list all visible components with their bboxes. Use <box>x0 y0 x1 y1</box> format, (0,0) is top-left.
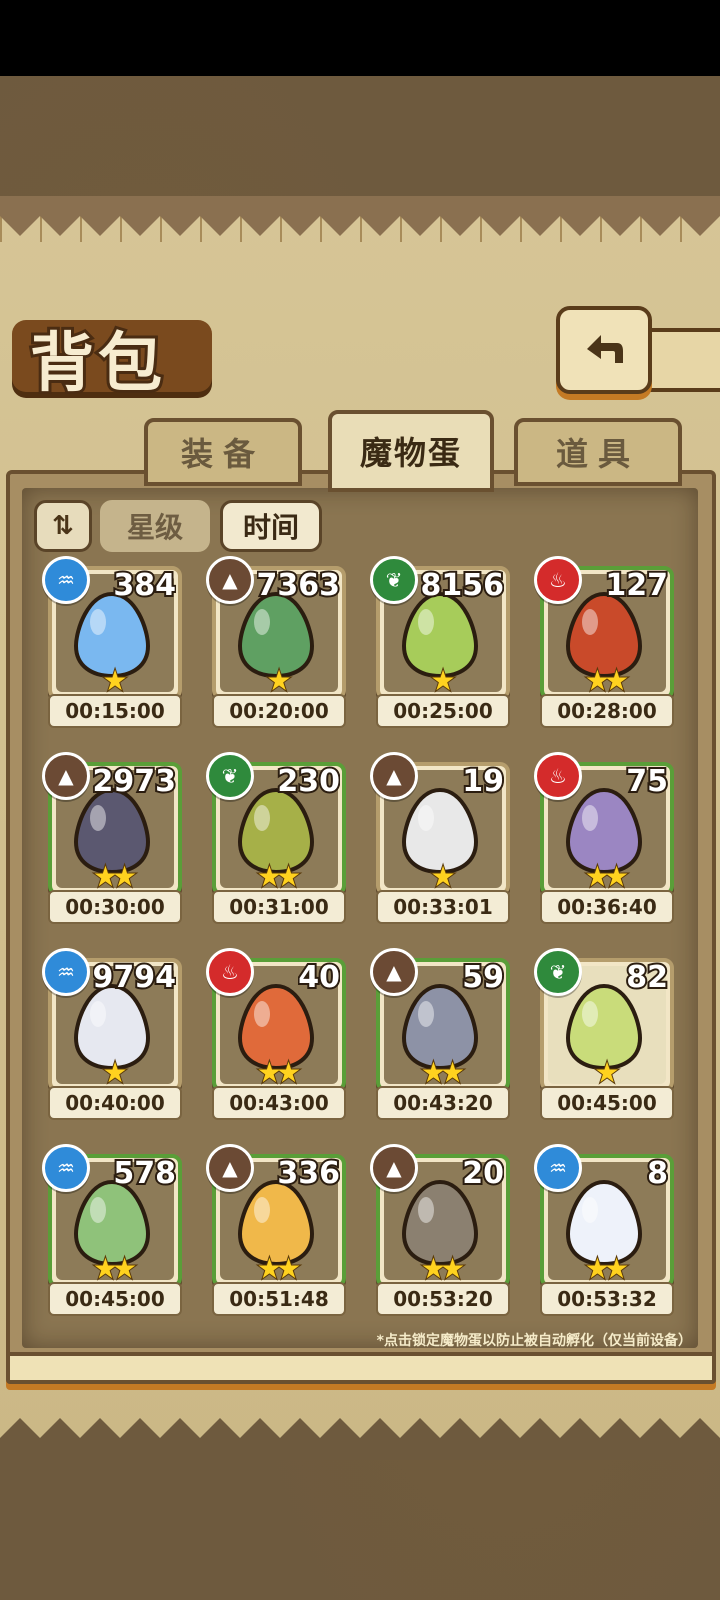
tab-equipment-label: 装备 <box>180 435 265 473</box>
star-rating: ★ <box>265 663 292 698</box>
egg-card[interactable]: ♒ 384 ★ 00:15:00 <box>42 556 182 728</box>
egg-count: 7363 <box>256 568 341 603</box>
earth-element-icon: ▲ <box>370 1144 418 1192</box>
egg-card[interactable]: ♒ 9794 ★ 00:40:00 <box>42 948 182 1120</box>
grass-element-icon: ❦ <box>206 752 254 800</box>
hatch-time: 00:40:00 <box>48 1086 182 1120</box>
star-rating: ★ <box>101 1055 128 1090</box>
back-button-rail <box>640 328 720 392</box>
star-rating: ★ <box>429 663 456 698</box>
egg-card[interactable]: ▲ 7363 ★ 00:20:00 <box>206 556 346 728</box>
zigzag-bottom-border <box>0 1408 720 1460</box>
hatch-time: 00:31:00 <box>212 890 346 924</box>
water-element-icon: ♒ <box>42 556 90 604</box>
hatch-time: 00:28:00 <box>540 694 674 728</box>
hatch-time: 00:33:01 <box>376 890 510 924</box>
egg-count: 8156 <box>420 568 505 603</box>
egg-card[interactable]: ▲ 336 ★★ 00:51:48 <box>206 1144 346 1316</box>
grass-element-icon: ❦ <box>370 556 418 604</box>
frame-bottom-bar <box>6 1352 716 1384</box>
hatch-time: 00:20:00 <box>212 694 346 728</box>
star-rating: ★★ <box>420 1251 466 1286</box>
star-rating: ★★ <box>584 663 630 698</box>
star-rating: ★★ <box>256 859 302 894</box>
egg-card[interactable]: ▲ 19 ★ 00:33:01 <box>370 752 510 924</box>
water-element-icon: ♒ <box>42 948 90 996</box>
hatch-time: 00:51:48 <box>212 1282 346 1316</box>
egg-card[interactable]: ♨ 40 ★★ 00:43:00 <box>206 948 346 1120</box>
star-rating: ★ <box>429 859 456 894</box>
water-element-icon: ♒ <box>42 1144 90 1192</box>
egg-count: 19 <box>462 764 504 799</box>
tab-equipment[interactable]: 装备 <box>144 418 302 486</box>
star-rating: ★ <box>593 1055 620 1090</box>
hatch-time: 00:36:40 <box>540 890 674 924</box>
egg-count: 578 <box>113 1156 176 1191</box>
fire-element-icon: ♨ <box>534 556 582 604</box>
egg-count: 75 <box>626 764 668 799</box>
page-title: 背包 <box>27 324 166 404</box>
egg-count: 20 <box>462 1156 504 1191</box>
star-rating: ★★ <box>92 1251 138 1286</box>
fire-element-icon: ♨ <box>206 948 254 996</box>
tab-bar: 装备 魔物蛋 道具 <box>14 410 706 492</box>
hatch-time: 00:15:00 <box>48 694 182 728</box>
lock-hint-text: *点击锁定魔物蛋以防止被自动孵化（仅当前设备） <box>376 1333 692 1349</box>
tab-items[interactable]: 道具 <box>514 418 682 486</box>
sort-order-icon[interactable]: ⇅ <box>34 500 92 552</box>
earth-element-icon: ▲ <box>206 1144 254 1192</box>
hatch-time: 00:45:00 <box>48 1282 182 1316</box>
back-arrow-icon <box>587 335 623 363</box>
hatch-time: 00:45:00 <box>540 1086 674 1120</box>
egg-card[interactable]: ❦ 230 ★★ 00:31:00 <box>206 752 346 924</box>
egg-count: 2973 <box>92 764 177 799</box>
star-rating: ★★ <box>584 1251 630 1286</box>
earth-element-icon: ▲ <box>206 556 254 604</box>
egg-card[interactable]: ▲ 59 ★★ 00:43:20 <box>370 948 510 1120</box>
hatch-time: 00:25:00 <box>376 694 510 728</box>
fire-element-icon: ♨ <box>534 752 582 800</box>
star-rating: ★★ <box>92 859 138 894</box>
zigzag-top-border <box>0 196 720 242</box>
egg-count: 82 <box>626 960 668 995</box>
egg-count: 384 <box>113 568 176 603</box>
sort-by-time-button[interactable]: 时间 <box>220 500 322 552</box>
back-button[interactable] <box>556 306 652 394</box>
water-element-icon: ♒ <box>534 1144 582 1192</box>
egg-card[interactable]: ♒ 578 ★★ 00:45:00 <box>42 1144 182 1316</box>
star-rating: ★ <box>101 663 128 698</box>
egg-count: 8 <box>647 1156 668 1191</box>
egg-card[interactable]: ❦ 8156 ★ 00:25:00 <box>370 556 510 728</box>
status-bar <box>0 0 720 76</box>
egg-count: 336 <box>277 1156 340 1191</box>
grass-element-icon: ❦ <box>534 948 582 996</box>
earth-element-icon: ▲ <box>370 948 418 996</box>
earth-element-icon: ▲ <box>42 752 90 800</box>
hatch-time: 00:53:20 <box>376 1282 510 1316</box>
hatch-time: 00:53:32 <box>540 1282 674 1316</box>
earth-element-icon: ▲ <box>370 752 418 800</box>
hatch-time: 00:30:00 <box>48 890 182 924</box>
star-rating: ★★ <box>256 1055 302 1090</box>
egg-count: 127 <box>605 568 668 603</box>
egg-count: 9794 <box>92 960 177 995</box>
egg-card[interactable]: ♒ 8 ★★ 00:53:32 <box>534 1144 674 1316</box>
star-rating: ★★ <box>256 1251 302 1286</box>
egg-count: 230 <box>277 764 340 799</box>
hatch-time: 00:43:00 <box>212 1086 346 1120</box>
star-rating: ★★ <box>584 859 630 894</box>
egg-card[interactable]: ♨ 127 ★★ 00:28:00 <box>534 556 674 728</box>
egg-card[interactable]: ▲ 2973 ★★ 00:30:00 <box>42 752 182 924</box>
tab-monster-eggs-label: 魔物蛋 <box>359 434 462 472</box>
egg-card[interactable]: ♨ 75 ★★ 00:36:40 <box>534 752 674 924</box>
hatch-time: 00:43:20 <box>376 1086 510 1120</box>
sort-by-star-button[interactable]: 星级 <box>100 500 210 552</box>
egg-card[interactable]: ❦ 82 ★ 00:45:00 <box>534 948 674 1120</box>
star-rating: ★★ <box>420 1055 466 1090</box>
tab-monster-eggs[interactable]: 魔物蛋 <box>328 410 494 492</box>
egg-card[interactable]: ▲ 20 ★★ 00:53:20 <box>370 1144 510 1316</box>
egg-count: 40 <box>298 960 340 995</box>
egg-count: 59 <box>462 960 504 995</box>
tab-items-label: 道具 <box>555 435 640 473</box>
